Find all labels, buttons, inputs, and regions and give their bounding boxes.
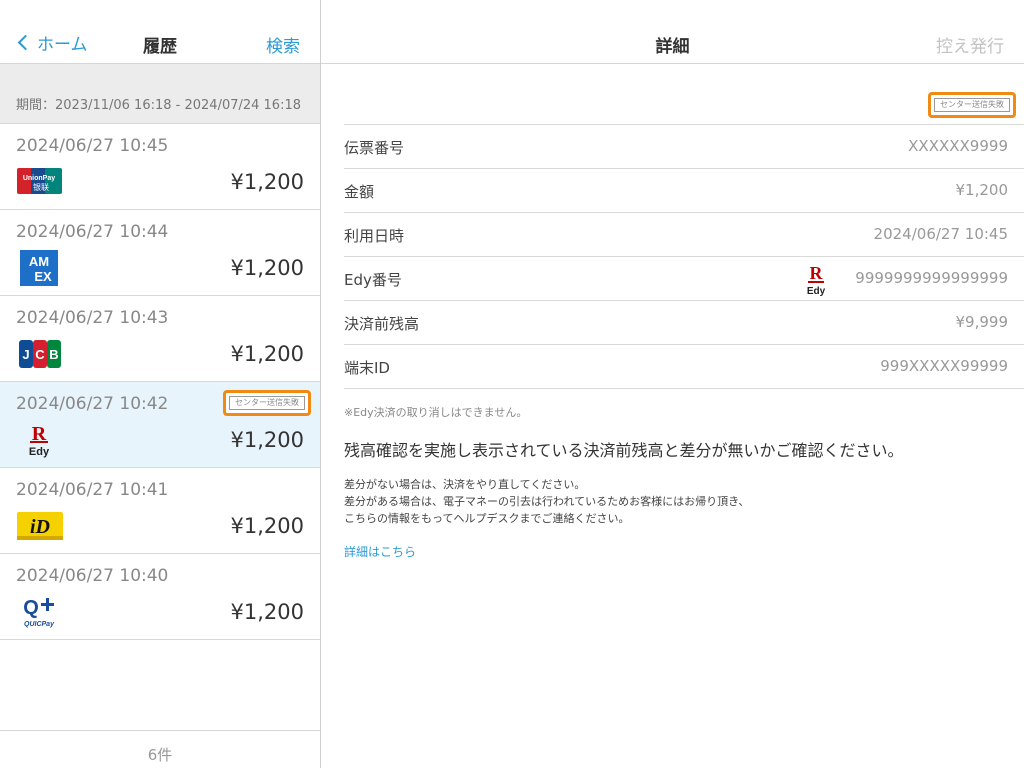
edy-text: Edy <box>29 446 50 458</box>
id-logo-icon: iD <box>17 512 63 540</box>
detail-value: 999XXXXX99999 <box>880 357 1008 375</box>
detail-table: 伝票番号 XXXXXX9999 金額 ¥1,200 利用日時 2024/06/2… <box>344 124 1024 389</box>
history-navbar: ホーム 履歴 検索 <box>0 0 320 64</box>
history-row-id[interactable]: 2024/06/27 10:41 iD ¥1,200 <box>0 468 320 554</box>
detail-status-label: センター送信失敗 <box>934 98 1010 112</box>
detail-value: ¥1,200 <box>955 181 1009 199</box>
status-badge: センター送信失敗 <box>223 390 311 416</box>
detail-value: 9999999999999999 <box>855 269 1008 287</box>
detail-row-slip-number: 伝票番号 XXXXXX9999 <box>344 125 1024 169</box>
unionpay-cn-text: 银联 <box>33 182 49 192</box>
row-amount: ¥1,200 <box>230 428 304 452</box>
cancel-note: ※Edy決済の取り消しはできません。 <box>344 406 528 419</box>
row-date: 2024/06/27 10:44 <box>16 222 169 242</box>
edy-small-logo-icon: R Edy <box>807 263 826 296</box>
detail-label: 金額 <box>344 183 375 201</box>
detail-label: 端末ID <box>344 359 390 377</box>
row-amount: ¥1,200 <box>230 342 304 366</box>
balance-check-message: 残高確認を実施し表示されている決済前残高と差分が無いかご確認ください。 <box>344 441 904 460</box>
row-date: 2024/06/27 10:41 <box>16 480 169 500</box>
row-date: 2024/06/27 10:45 <box>16 136 169 156</box>
detail-row-datetime: 利用日時 2024/06/27 10:45 <box>344 213 1024 257</box>
history-row-amex[interactable]: 2024/06/27 10:44 AM EX ¥1,200 <box>0 210 320 296</box>
quicpay-q: Q <box>23 597 39 619</box>
history-row-unionpay[interactable]: 2024/06/27 10:45 UnionPay 银联 ¥1,200 <box>0 124 320 210</box>
history-footer: 6件 <box>0 730 320 768</box>
detail-row-prior-balance: 決済前残高 ¥9,999 <box>344 301 1024 345</box>
detail-value: XXXXXX9999 <box>908 137 1008 155</box>
history-count: 6件 <box>147 746 173 764</box>
instruction-line: 差分がない場合は、決済をやり直してください。 <box>344 478 586 491</box>
detail-row-terminal-id: 端末ID 999XXXXX99999 <box>344 345 1024 389</box>
search-button[interactable]: 検索 <box>266 32 300 57</box>
amex-logo-icon: AM EX <box>20 250 58 286</box>
detail-label: Edy番号 <box>344 271 402 289</box>
unionpay-logo-icon: UnionPay 银联 <box>17 168 62 194</box>
detail-value: 2024/06/27 10:45 <box>873 225 1008 243</box>
jcb-c: C <box>35 347 45 362</box>
row-amount: ¥1,200 <box>230 256 304 280</box>
row-date: 2024/06/27 10:42 <box>16 394 169 414</box>
status-badge-label: センター送信失敗 <box>229 396 305 410</box>
period-header: 期間：2023/11/06 16:18 - 2024/07/24 16:18 <box>0 64 320 124</box>
detail-value: ¥9,999 <box>955 313 1009 331</box>
row-date: 2024/06/27 10:40 <box>16 566 169 586</box>
detail-row-amount: 金額 ¥1,200 <box>344 169 1024 213</box>
amex-text-2: EX <box>34 269 52 284</box>
svg-text:R: R <box>810 263 824 283</box>
detail-pane: センター送信失敗 伝票番号 XXXXXX9999 金額 ¥1,200 利用日時 … <box>321 0 1024 768</box>
details-link[interactable]: 詳細はこちら <box>344 543 416 560</box>
detail-label: 利用日時 <box>344 227 405 245</box>
detail-label: 伝票番号 <box>344 139 405 157</box>
jcb-j: J <box>22 347 29 362</box>
instruction-line: 差分がある場合は、電子マネーの引去は行われているためお客様にはお帰り頂き、 <box>344 495 750 508</box>
svg-text:Edy: Edy <box>807 286 826 296</box>
history-list: 2024/06/27 10:45 UnionPay 银联 ¥1,200 2024… <box>0 124 320 640</box>
row-amount: ¥1,200 <box>230 514 304 538</box>
unionpay-text: UnionPay <box>23 175 55 182</box>
history-row-quicpay[interactable]: 2024/06/27 10:40 Q QUICPay ¥1,200 <box>0 554 320 640</box>
detail-row-edy-number: Edy番号 R Edy 9999999999999999 <box>344 257 1024 301</box>
quicpay-text: QUICPay <box>24 621 55 628</box>
quicpay-logo-icon: Q QUICPay <box>23 597 55 628</box>
amex-text-1: AM <box>29 254 49 269</box>
row-date: 2024/06/27 10:43 <box>16 308 169 328</box>
instruction-text: 差分がない場合は、決済をやり直してください。 差分がある場合は、電子マネーの引去… <box>344 476 1004 527</box>
detail-label: 決済前残高 <box>344 315 420 333</box>
edy-logo-icon: R Edy <box>29 423 50 458</box>
detail-status-badge: センター送信失敗 <box>928 92 1016 118</box>
row-amount: ¥1,200 <box>230 600 304 624</box>
jcb-b: B <box>49 347 58 362</box>
instruction-line: こちらの情報をもってヘルプデスクまでご連絡ください。 <box>344 512 630 525</box>
history-row-edy-selected[interactable]: 2024/06/27 10:42 センター送信失敗 R Edy ¥1,200 <box>0 382 320 468</box>
id-text: iD <box>30 516 50 538</box>
history-row-jcb[interactable]: 2024/06/27 10:43 J C B ¥1,200 <box>0 296 320 382</box>
row-amount: ¥1,200 <box>230 170 304 194</box>
jcb-logo-icon: J C B <box>19 340 61 368</box>
history-pane: ホーム 履歴 検索 期間：2023/11/06 16:18 - 2024/07/… <box>0 0 320 768</box>
period-text: 期間：2023/11/06 16:18 - 2024/07/24 16:18 <box>16 98 302 113</box>
